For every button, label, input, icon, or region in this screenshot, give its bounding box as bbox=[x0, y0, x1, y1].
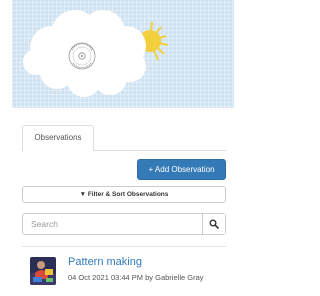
search-input[interactable] bbox=[23, 214, 203, 234]
search-group bbox=[22, 213, 226, 235]
tabs-bar: Observations bbox=[22, 125, 226, 151]
header-banner bbox=[12, 0, 234, 108]
observation-title-link[interactable]: Pattern making bbox=[68, 256, 142, 268]
add-observation-button[interactable]: + Add Observation bbox=[137, 159, 226, 180]
banner-illustration bbox=[23, 10, 169, 97]
observation-list-item[interactable]: Pattern making 04 Oct 2021 03:44 PM by G… bbox=[22, 246, 226, 296]
observation-meta: 04 Oct 2021 03:44 PM by Gabrielle Gray bbox=[68, 273, 204, 282]
filter-sort-button[interactable]: ▼ Filter & Sort Observations bbox=[22, 186, 226, 203]
observation-thumbnail bbox=[30, 257, 56, 285]
search-button[interactable] bbox=[202, 214, 225, 234]
logo-seal bbox=[68, 42, 96, 70]
tab-observations[interactable]: Observations bbox=[22, 125, 94, 151]
search-icon bbox=[209, 219, 219, 229]
